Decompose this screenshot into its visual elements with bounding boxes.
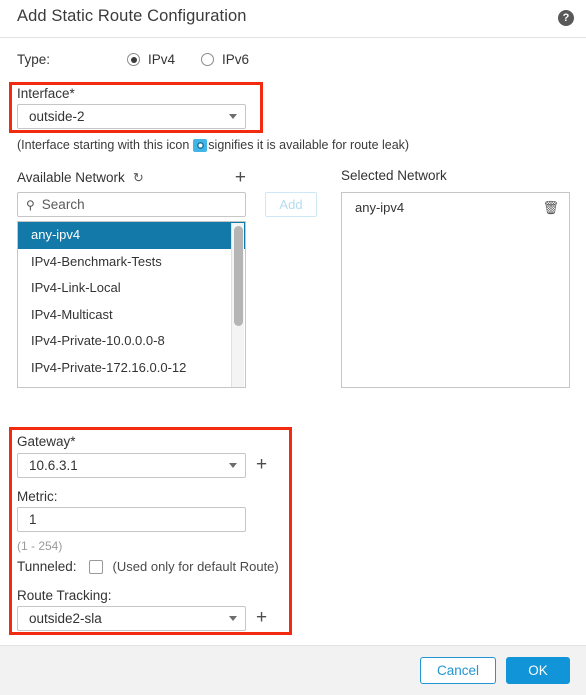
refresh-icon[interactable]: ↻ [133, 171, 144, 184]
available-network-header: Available Network ↻ + [17, 168, 246, 187]
radio-option-ipv4[interactable]: IPv4 [127, 52, 175, 67]
help-circle-icon[interactable]: ? [558, 10, 574, 26]
tunneled-row: Tunneled: (Used only for default Route) [17, 559, 279, 574]
list-item[interactable]: IPv4-Benchmark-Tests [18, 249, 245, 276]
list-item[interactable]: IPv4-Private-172.16.0.0-12 [18, 355, 245, 382]
list-item[interactable]: any-ipv4 [18, 222, 245, 249]
route-leak-hint-suffix: signifies it is available for route leak… [208, 138, 410, 152]
available-network-list[interactable]: any-ipv4 IPv4-Benchmark-Tests IPv4-Link-… [17, 221, 246, 388]
type-label: Type: [17, 52, 51, 67]
list-scrollbar-thumb[interactable] [234, 226, 243, 326]
tunneled-checkbox[interactable] [88, 559, 103, 574]
route-tracking-label: Route Tracking: [17, 588, 112, 603]
selected-network-label: Selected Network [341, 168, 447, 183]
available-network-label: Available Network [17, 170, 125, 185]
route-leak-hint-prefix: (Interface starting with this icon [17, 138, 190, 152]
selected-network-item-label: any-ipv4 [355, 199, 405, 215]
cancel-button[interactable]: Cancel [419, 657, 496, 684]
search-icon: ⚲ [26, 197, 35, 212]
radio-option-ipv6[interactable]: IPv6 [201, 52, 249, 67]
metric-range-hint: (1 - 254) [17, 539, 63, 553]
trash-icon[interactable]: 🗑 [542, 201, 559, 214]
add-route-tracking-plus-icon[interactable]: + [256, 608, 267, 627]
search-input[interactable]: ⚲ Search [17, 192, 246, 217]
gateway-selected-value: 10.6.3.1 [29, 458, 78, 473]
list-item[interactable]: any-ipv4 🗑 [342, 193, 569, 221]
dialog-footer: Cancel OK [0, 645, 586, 695]
gateway-select[interactable]: 10.6.3.1 [17, 453, 246, 478]
route-leak-hint: (Interface starting with this icon signi… [17, 138, 409, 152]
tunneled-hint: (Used only for default Route) [112, 559, 279, 574]
type-row: Type: IPv4 IPv6 [17, 52, 275, 67]
radio-ipv4-indicator[interactable] [127, 53, 140, 66]
metric-label: Metric: [17, 489, 58, 504]
list-item[interactable]: IPv4-Link-Local [18, 275, 245, 302]
list-item[interactable]: IPv4-Private-10.0.0.0-8 [18, 328, 245, 355]
list-item[interactable]: IPv4-Multicast [18, 302, 245, 329]
add-static-route-dialog: Add Static Route Configuration ? Type: I… [0, 0, 586, 695]
radio-ipv6-indicator[interactable] [201, 53, 215, 66]
page-title: Add Static Route Configuration [17, 7, 247, 25]
radio-ipv4-label: IPv4 [148, 52, 176, 67]
radio-ipv6-label: IPv6 [222, 52, 250, 67]
route-tracking-select[interactable]: outside2-sla [17, 606, 246, 631]
add-button[interactable]: Add [265, 192, 317, 217]
chevron-down-icon [229, 114, 237, 119]
interface-selected-value: outside-2 [29, 109, 85, 124]
add-gateway-plus-icon[interactable]: + [256, 455, 267, 474]
chevron-down-icon [229, 463, 237, 468]
metric-input[interactable]: 1 [17, 507, 246, 532]
interface-select[interactable]: outside-2 [17, 104, 246, 129]
list-scrollbar[interactable] [231, 223, 244, 387]
metric-value: 1 [29, 512, 37, 527]
ok-button[interactable]: OK [506, 657, 570, 684]
selected-network-list[interactable]: any-ipv4 🗑 [341, 192, 570, 388]
search-placeholder: Search [41, 197, 85, 212]
gateway-label: Gateway* [17, 434, 76, 449]
tunneled-label: Tunneled: [17, 559, 77, 574]
add-network-plus-icon[interactable]: + [235, 168, 246, 187]
route-leak-icon [193, 138, 208, 152]
chevron-down-icon [229, 616, 237, 621]
interface-label: Interface* [17, 86, 75, 101]
route-tracking-selected-value: outside2-sla [29, 611, 102, 626]
